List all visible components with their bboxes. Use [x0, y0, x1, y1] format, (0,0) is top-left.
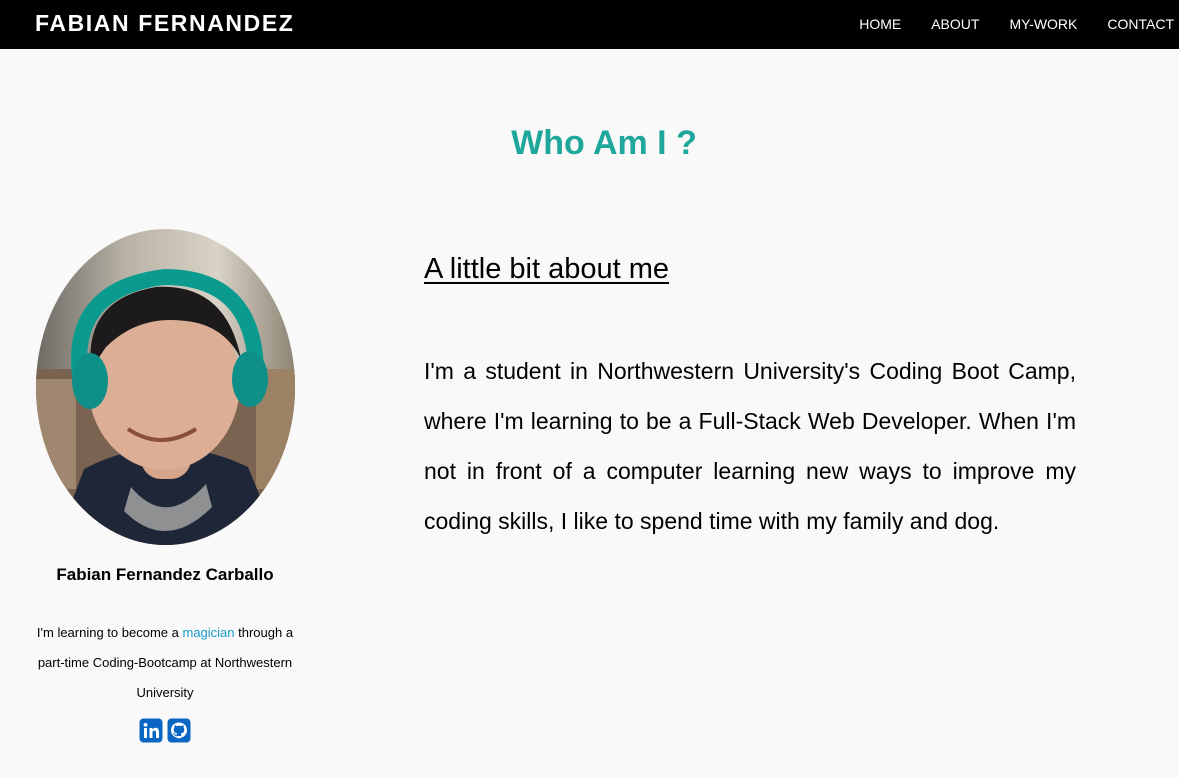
profile-bio: I'm learning to become a magician throug…: [30, 618, 300, 708]
about-paragraph: I'm a student in Northwestern University…: [424, 358, 1076, 534]
nav-link-contact[interactable]: CONTACT: [1107, 16, 1174, 32]
profile-photo: [36, 229, 295, 545]
page-title: Who Am I ?: [511, 124, 697, 162]
magician-link[interactable]: magician: [182, 625, 234, 640]
github-icon[interactable]: [167, 718, 191, 743]
profile-name: Fabian Fernandez Carballo: [56, 565, 274, 584]
linkedin-icon[interactable]: [139, 718, 163, 743]
about-heading: A little bit about me: [424, 253, 670, 285]
social-links: [139, 718, 191, 743]
about-section: A little bit about me I'm a student in N…: [424, 250, 1076, 534]
nav-link-my-work[interactable]: MY-WORK: [1009, 16, 1077, 32]
nav-link-about[interactable]: ABOUT: [931, 16, 979, 32]
bio-text-prefix: I'm learning to become a: [36, 625, 179, 640]
navbar: FABIAN FERNANDEZ HOME ABOUT MY-WORK CONT…: [0, 0, 1179, 49]
brand-link[interactable]: FABIAN FERNANDEZ: [35, 9, 294, 37]
nav-link-home[interactable]: HOME: [859, 16, 901, 32]
nav-links: HOME ABOUT MY-WORK CONTACT: [859, 16, 1174, 32]
